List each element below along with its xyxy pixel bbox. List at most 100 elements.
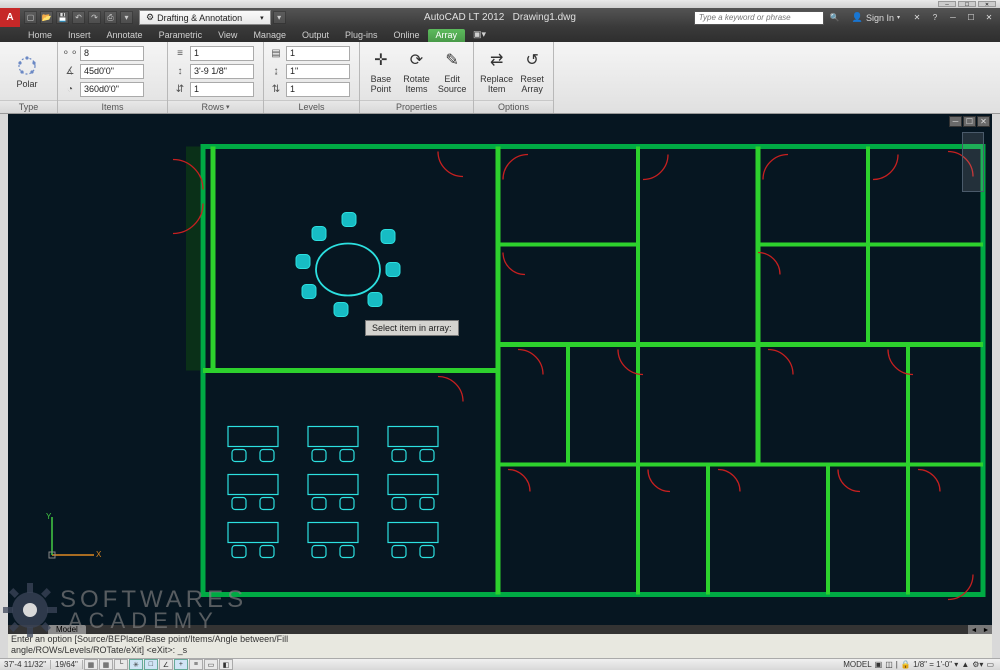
tab-online[interactable]: Online xyxy=(386,29,428,42)
status-right: MODEL ▣ ◫ | 🔒 1/8" = 1'-0" ▾ ▲ ⚙▾ ▭ xyxy=(843,660,1000,669)
ribbon-collapse-icon[interactable]: ▣▾ xyxy=(465,28,494,42)
ribbon: Polar Type ⚬⚬ ∡ ◔ Items ≡ ↕ ⇵ Rows ▤ ↨ ⇅… xyxy=(0,42,1000,114)
rows-total-input[interactable] xyxy=(190,82,254,97)
rows-total-icon: ⇵ xyxy=(172,81,188,97)
tab-view[interactable]: View xyxy=(210,29,245,42)
anno-scale[interactable]: 🔒 1/8" = 1'-0" ▾ xyxy=(901,660,958,669)
status-tray-icon[interactable]: ▭ xyxy=(986,660,994,669)
polar-btn[interactable]: ✳ xyxy=(129,659,143,670)
sc-btn[interactable]: ◧ xyxy=(219,659,233,670)
items-count-input[interactable] xyxy=(80,46,144,61)
tab-insert[interactable]: Insert xyxy=(60,29,99,42)
title-text: AutoCAD LT 2012 Drawing1.dwg xyxy=(424,12,576,23)
panel-props-label: Properties xyxy=(360,100,473,113)
rows-count-icon: ≡ xyxy=(172,45,188,61)
viewport-controls: ─ ☐ ✕ xyxy=(949,116,990,127)
ortho-btn[interactable]: └ xyxy=(114,659,128,670)
close-window-btn[interactable]: ✕ xyxy=(978,1,996,7)
reset-array-icon: ↺ xyxy=(519,48,545,74)
command-tooltip: Select item in array: xyxy=(365,320,459,336)
qat-more-icon[interactable]: ▾ xyxy=(120,11,133,24)
items-angle-input[interactable] xyxy=(80,64,144,79)
items-fill-input[interactable] xyxy=(80,82,144,97)
coord-y: 19/64" xyxy=(51,660,83,669)
tab-parametric[interactable]: Parametric xyxy=(151,29,211,42)
tab-manage[interactable]: Manage xyxy=(245,29,294,42)
status-bar: 37'-4 11/32" 19/64" ▦ ▦ └ ✳ □ ∠ + ≡ ▭ ◧ … xyxy=(0,658,1000,670)
drawing-area[interactable]: ─ ☐ ✕ Select item in array: X Y xyxy=(8,114,992,625)
save-icon[interactable]: 💾 xyxy=(56,11,69,24)
workspace-arrow-icon[interactable]: ▾ xyxy=(273,11,286,24)
workspace-switch-icon[interactable]: ⚙▾ xyxy=(972,660,983,669)
tab-annotate[interactable]: Annotate xyxy=(99,29,151,42)
reset-array-button[interactable]: ↺Reset Array xyxy=(515,44,549,98)
sign-in-button[interactable]: 👤Sign In▾ xyxy=(846,12,906,23)
window-chrome: ─ ☐ ✕ xyxy=(0,0,1000,8)
vp-close-icon[interactable]: ✕ xyxy=(977,116,990,127)
model-indicator[interactable]: MODEL xyxy=(843,660,871,669)
panel-rows-label[interactable]: Rows xyxy=(168,100,263,113)
undo-icon[interactable]: ↶ xyxy=(72,11,85,24)
view-cube[interactable] xyxy=(962,132,984,192)
edit-source-button[interactable]: ✎Edit Source xyxy=(435,44,469,98)
rotate-items-icon: ⟳ xyxy=(404,48,430,74)
otrack-btn[interactable]: ∠ xyxy=(159,659,173,670)
open-icon[interactable]: 📂 xyxy=(40,11,53,24)
title-max-icon[interactable]: ☐ xyxy=(964,11,978,25)
rows-spacing-icon: ↕ xyxy=(172,63,188,79)
tab-array[interactable]: Array xyxy=(428,29,466,42)
title-close-icon[interactable]: ✕ xyxy=(982,11,996,25)
vp-max-icon[interactable]: ☐ xyxy=(963,116,976,127)
app-logo-icon[interactable]: A xyxy=(0,8,20,27)
command-line[interactable]: Enter an option [Source/BEPlace/Base poi… xyxy=(8,634,992,658)
panel-levels-label: Levels xyxy=(264,100,359,113)
workspace-dropdown[interactable]: ⚙ Drafting & Annotation ▾ xyxy=(139,10,271,25)
replace-item-button[interactable]: ⇄Replace Item xyxy=(478,44,515,98)
qp-btn[interactable]: ▭ xyxy=(204,659,218,670)
anno-vis-icon[interactable]: ▲ xyxy=(961,660,969,669)
vp-min-icon[interactable]: ─ xyxy=(949,116,962,127)
status-layout-icon[interactable]: ▣ xyxy=(875,660,883,669)
levels-total-icon: ⇅ xyxy=(268,81,284,97)
edit-source-icon: ✎ xyxy=(439,48,465,74)
rotate-items-button[interactable]: ⟳Rotate Items xyxy=(398,44,436,98)
rows-count-input[interactable] xyxy=(190,46,254,61)
rows-spacing-input[interactable] xyxy=(190,64,254,79)
tab-home[interactable]: Home xyxy=(20,29,60,42)
polar-array-icon xyxy=(14,53,40,79)
exchange-icon[interactable]: ✕ xyxy=(910,11,924,25)
tab-output[interactable]: Output xyxy=(294,29,337,42)
osnap-btn[interactable]: □ xyxy=(144,659,158,670)
quick-access-toolbar: ▢ 📂 💾 ↶ ↷ ⎙ ▾ xyxy=(20,11,137,24)
new-icon[interactable]: ▢ xyxy=(24,11,37,24)
help-icon[interactable]: ? xyxy=(928,11,942,25)
levels-total-input[interactable] xyxy=(286,82,350,97)
ribbon-tabs: Home Insert Annotate Parametric View Man… xyxy=(0,27,1000,42)
svg-text:Y: Y xyxy=(46,513,52,521)
search-go-icon[interactable]: 🔍 xyxy=(828,11,842,25)
replace-item-icon: ⇄ xyxy=(484,48,510,74)
panel-items-label: Items xyxy=(58,100,167,113)
levels-count-icon: ▤ xyxy=(268,45,284,61)
title-bar: A ▢ 📂 💾 ↶ ↷ ⎙ ▾ ⚙ Drafting & Annotation … xyxy=(0,8,1000,27)
lwt-btn[interactable]: ≡ xyxy=(189,659,203,670)
coord-x: 37'-4 11/32" xyxy=(0,660,51,669)
items-count-icon: ⚬⚬ xyxy=(62,45,78,61)
polar-array-button[interactable]: Polar xyxy=(4,44,50,98)
minimize-btn[interactable]: ─ xyxy=(938,1,956,7)
search-input[interactable] xyxy=(694,11,824,25)
maximize-btn[interactable]: ☐ xyxy=(958,1,976,7)
tab-plugins[interactable]: Plug-ins xyxy=(337,29,386,42)
redo-icon[interactable]: ↷ xyxy=(88,11,101,24)
title-min-icon[interactable]: ─ xyxy=(946,11,960,25)
snap-btn[interactable]: ▦ xyxy=(84,659,98,670)
items-angle-icon: ∡ xyxy=(62,63,78,79)
ucs-icon: X Y xyxy=(44,513,104,563)
base-point-button[interactable]: ✛Base Point xyxy=(364,44,398,98)
print-icon[interactable]: ⎙ xyxy=(104,11,117,24)
status-grid-icon[interactable]: ◫ xyxy=(885,660,893,669)
grid-btn[interactable]: ▦ xyxy=(99,659,113,670)
levels-count-input[interactable] xyxy=(286,46,350,61)
levels-spacing-input[interactable] xyxy=(286,64,350,79)
dyn-btn[interactable]: + xyxy=(174,659,188,670)
